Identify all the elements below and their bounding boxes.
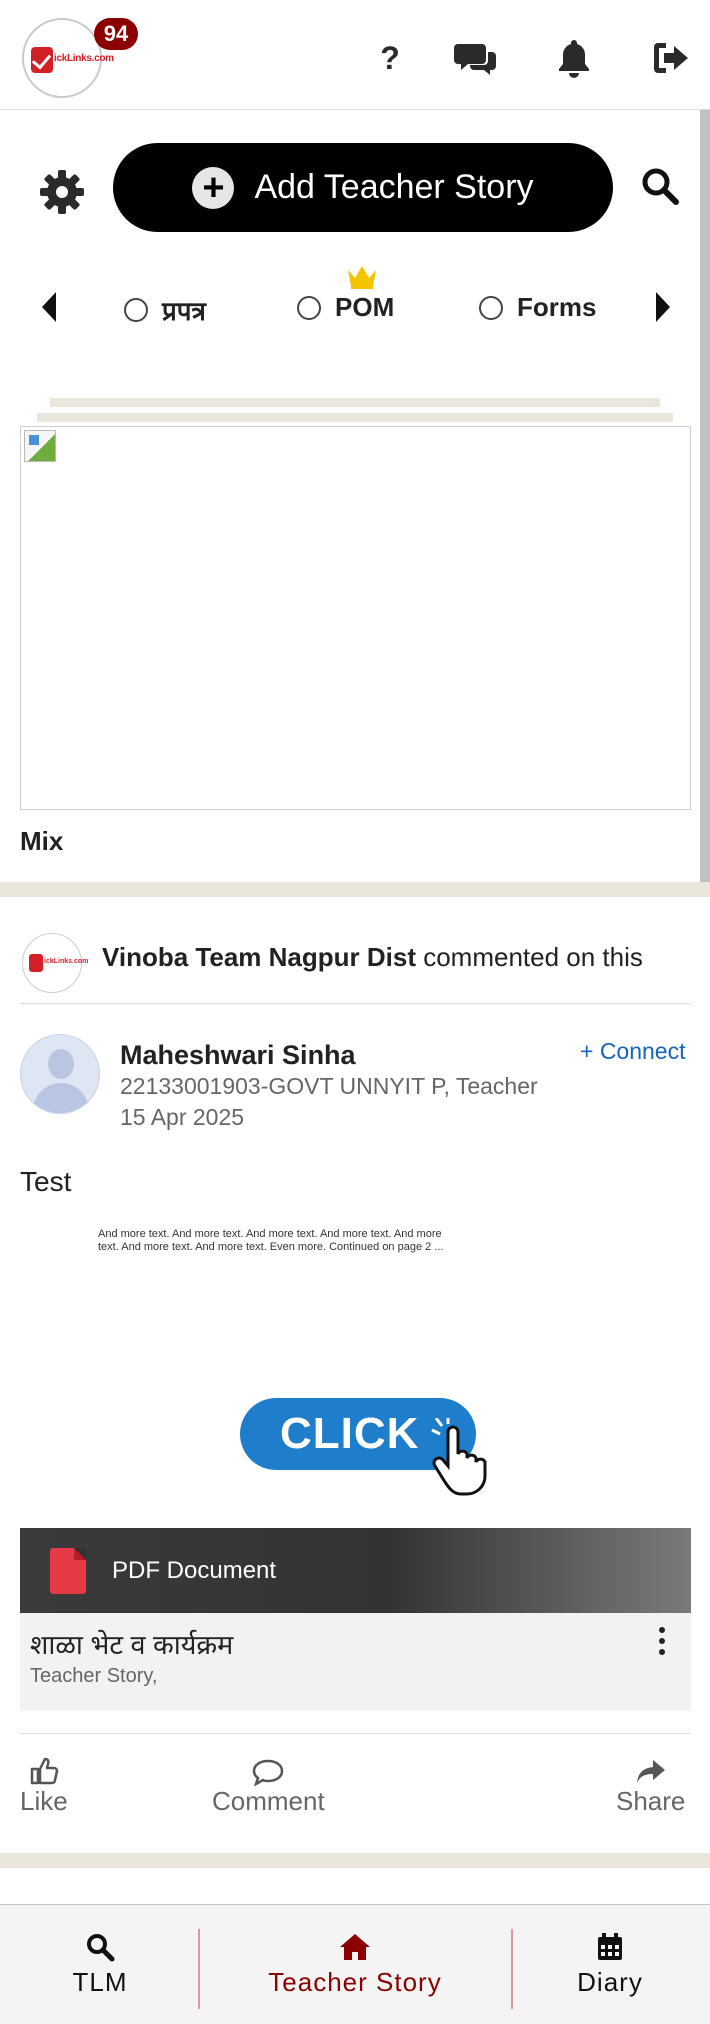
activity-logo[interactable]: ickLinks.com (22, 933, 88, 993)
divider (20, 1003, 691, 1004)
filter-radio-forms[interactable]: Forms (479, 292, 596, 323)
calendar-icon (560, 1927, 660, 1967)
thumbs-up-icon (20, 1752, 68, 1786)
preview-line: And more text. And more text. And more t… (98, 1228, 442, 1240)
top-bar: ickLinks.com 94 ? (0, 0, 710, 110)
connect-button[interactable]: + Connect (580, 1038, 686, 1065)
settings-gear-icon[interactable] (38, 168, 86, 216)
home-icon (250, 1927, 460, 1967)
comment-label: Comment (212, 1786, 325, 1816)
avatar[interactable] (20, 1034, 100, 1114)
logo-text: ickLinks.com (54, 53, 114, 64)
filter-radio-pom[interactable]: POM (297, 292, 394, 323)
divider (20, 1733, 691, 1734)
pdf-file-icon (50, 1547, 86, 1594)
document-card[interactable]: शाळा भेट व कार्यक्रम Teacher Story, (20, 1613, 691, 1711)
section-divider (0, 1853, 710, 1868)
scroll-left-arrow-icon[interactable] (42, 292, 56, 322)
more-options-icon[interactable] (656, 1627, 668, 1663)
nav-separator (511, 1929, 513, 2009)
help-icon[interactable]: ? (368, 38, 412, 78)
post-body-text: Test (20, 1166, 72, 1197)
author-name[interactable]: Maheshwari Sinha (120, 1040, 356, 1071)
activity-line: Vinoba Team Nagpur Dist commented on thi… (102, 942, 643, 973)
radio-button[interactable] (124, 298, 148, 322)
nav-label: Diary (577, 1967, 643, 1997)
attachment-type-label: PDF Document (112, 1556, 277, 1584)
search-icon[interactable] (640, 166, 684, 210)
broken-image-icon (24, 430, 56, 462)
document-subtitle: Teacher Story, (30, 1665, 158, 1687)
nav-item-teacher-story[interactable]: Teacher Story (250, 1927, 460, 1998)
scrollbar[interactable] (700, 110, 710, 885)
document-preview-text: And more text. And more text. And more t… (98, 1228, 458, 1254)
nav-item-tlm[interactable]: TLM (50, 1927, 150, 1998)
preview-line: text. And more text. And more text. Even… (98, 1241, 444, 1253)
radio-button[interactable] (297, 295, 321, 320)
notification-count-badge: 94 (94, 18, 138, 50)
logout-icon[interactable] (650, 38, 694, 78)
bottom-navigation: TLM Teacher Story Diary (0, 1904, 710, 2024)
add-teacher-story-button[interactable]: + Add Teacher Story (113, 143, 613, 232)
nav-label: TLM (72, 1967, 128, 1997)
filter-label: प्रपत्र (162, 296, 206, 326)
nav-label: Teacher Story (268, 1967, 442, 1997)
scroll-right-arrow-icon[interactable] (656, 292, 670, 322)
nav-separator (198, 1929, 200, 2009)
featured-category-label: Mix (20, 826, 64, 856)
card-stack-layer (37, 413, 673, 422)
plus-circle-icon: + (192, 166, 235, 209)
check-mark-icon (31, 47, 53, 73)
click-label: CLICK (280, 1409, 420, 1458)
author-meta: 22133001903-GOVT UNNYIT P, Teacher 15 Ap… (120, 1071, 538, 1133)
section-divider (0, 882, 710, 897)
share-arrow-icon (616, 1752, 685, 1786)
radio-button[interactable] (479, 295, 503, 320)
avatar-body (33, 1083, 89, 1113)
featured-image[interactable] (20, 426, 691, 810)
activity-actor[interactable]: Vinoba Team Nagpur Dist (102, 942, 416, 972)
activity-text: commented on this (423, 942, 643, 972)
logo-text: ickLinks.com (44, 958, 89, 965)
check-mark-icon (29, 954, 43, 972)
share-button[interactable]: Share (616, 1752, 685, 1817)
card-stack-layer (50, 398, 660, 407)
premium-crown-icon (345, 262, 379, 290)
author-detail: 22133001903-GOVT UNNYIT P, Teacher (120, 1073, 538, 1099)
like-button[interactable]: Like (20, 1752, 68, 1817)
filter-radio-prapatra[interactable]: प्रपत्र (124, 292, 206, 328)
document-title: शाळा भेट व कार्यक्रम (30, 1630, 234, 1660)
avatar-head (48, 1049, 74, 1079)
add-story-label: Add Teacher Story (254, 168, 534, 206)
bell-icon[interactable] (552, 38, 596, 78)
pointer-hand-icon (430, 1416, 496, 1498)
attachment-bar[interactable]: PDF Document (20, 1528, 691, 1613)
like-label: Like (20, 1786, 68, 1816)
filter-label: Forms (517, 292, 597, 322)
share-label: Share (616, 1786, 686, 1816)
app-logo[interactable]: ickLinks.com (22, 18, 114, 98)
post-date: 15 Apr 2025 (120, 1104, 245, 1130)
nav-item-diary[interactable]: Diary (560, 1927, 660, 1998)
filter-label: POM (335, 292, 395, 322)
chat-icon[interactable] (454, 38, 498, 78)
comment-button[interactable]: Comment (212, 1752, 325, 1817)
search-icon (50, 1927, 150, 1967)
comment-bubble-icon (212, 1752, 325, 1786)
